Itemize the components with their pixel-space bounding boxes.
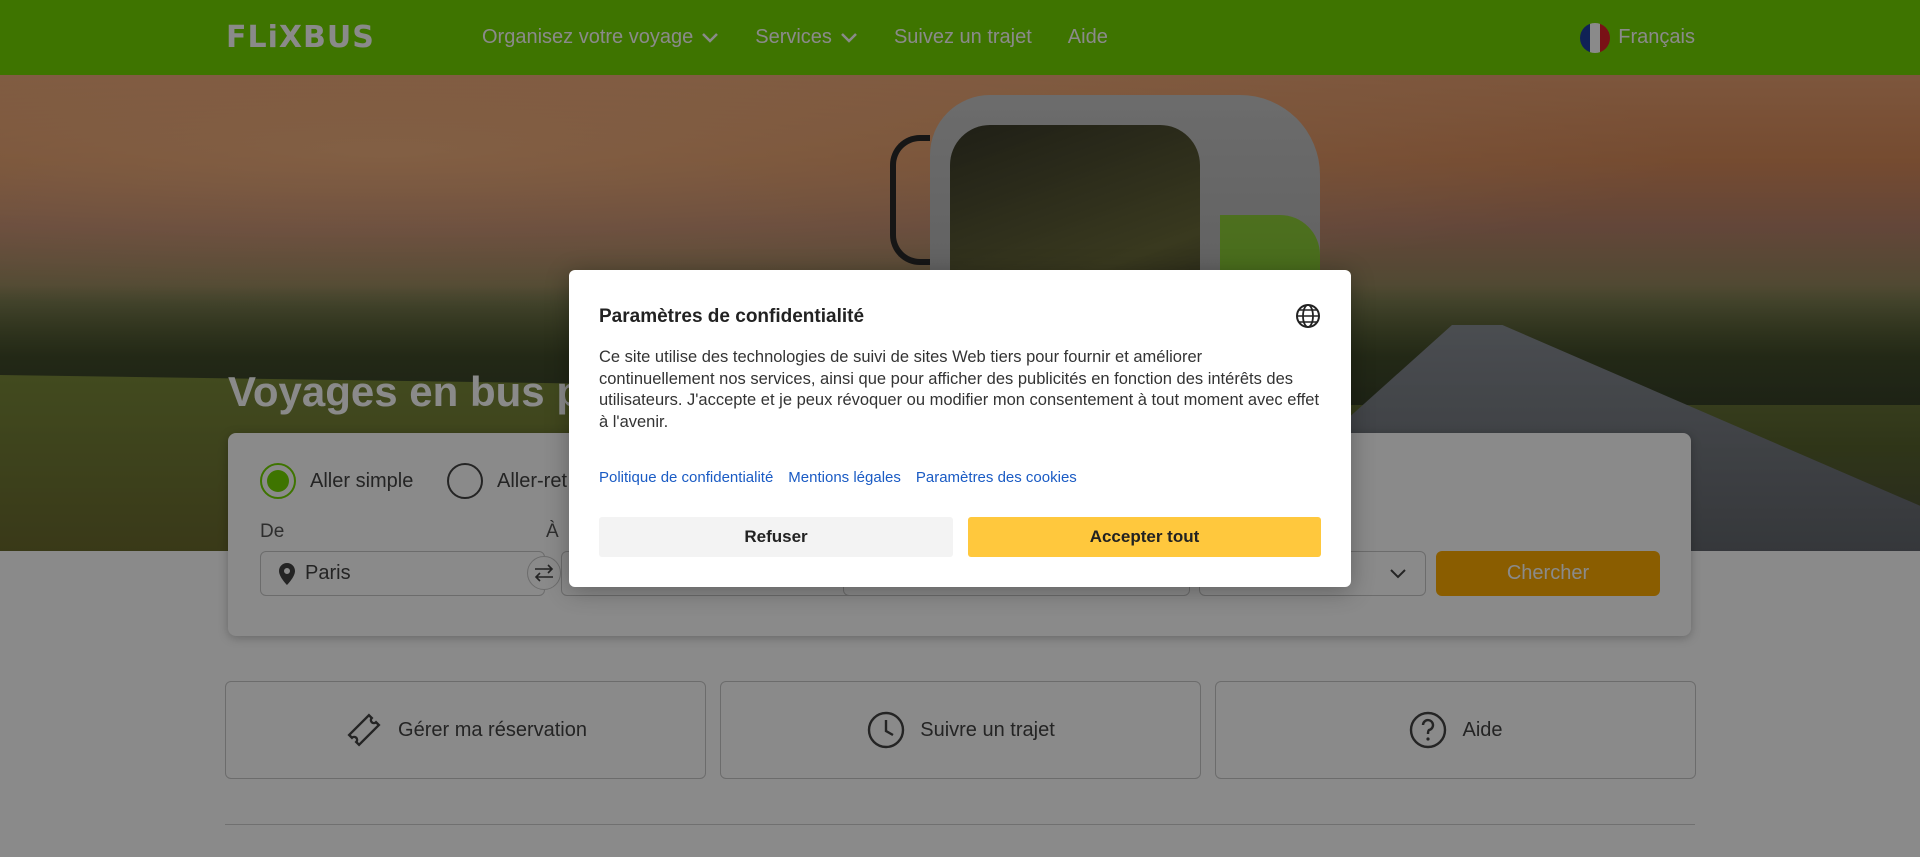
privacy-settings-dialog: Paramètres de confidentialité Ce site ut… — [569, 270, 1351, 587]
cookie-settings-link[interactable]: Paramètres des cookies — [916, 469, 1077, 486]
privacy-policy-link[interactable]: Politique de confidentialité — [599, 469, 773, 486]
dialog-links: Politique de confidentialité Mentions lé… — [599, 469, 1092, 486]
globe-icon[interactable] — [1295, 303, 1321, 329]
refuse-button[interactable]: Refuser — [599, 517, 953, 557]
dialog-title: Paramètres de confidentialité — [599, 306, 865, 327]
dialog-body-text: Ce site utilise des technologies de suiv… — [599, 348, 1320, 431]
accept-all-button[interactable]: Accepter tout — [968, 517, 1321, 557]
legal-notice-link[interactable]: Mentions légales — [788, 469, 901, 486]
